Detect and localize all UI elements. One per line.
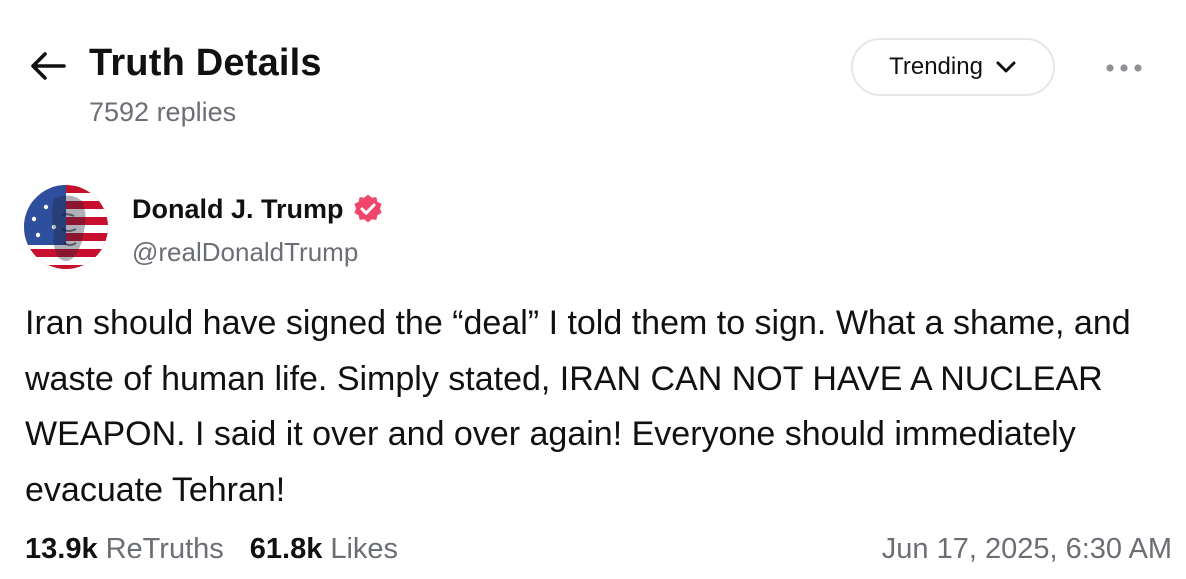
more-horizontal-icon [1106, 64, 1142, 72]
likes-stat[interactable]: 61.8k Likes [250, 533, 398, 566]
post-timestamp: Jun 17, 2025, 6:30 AM [881, 533, 1172, 565]
page-title: Truth Details [89, 42, 322, 84]
arrow-left-icon [31, 52, 66, 80]
sort-selected-label: Trending [889, 53, 983, 80]
author-name-label: Donald J. Trump [132, 193, 344, 224]
verified-badge-icon [353, 194, 382, 223]
sort-dropdown[interactable]: Trending [851, 38, 1055, 96]
author-name[interactable]: Donald J. Trump [132, 193, 384, 225]
back-button[interactable] [26, 44, 70, 88]
reply-count: 7592 replies [89, 97, 237, 127]
retruths-stat[interactable]: 13.9k ReTruths [25, 533, 224, 566]
retruths-count: 13.9k [25, 533, 98, 565]
chevron-down-icon [996, 61, 1016, 73]
post-stats: 13.9k ReTruths 61.8k Likes [25, 533, 398, 566]
retruths-label: ReTruths [105, 533, 224, 565]
avatar[interactable] [24, 185, 108, 269]
author-handle[interactable]: @realDonaldTrump [132, 237, 358, 268]
more-options-button[interactable] [1100, 56, 1148, 80]
likes-label: Likes [330, 533, 399, 565]
post-body: Iran should have signed the “deal” I tol… [25, 304, 1131, 509]
likes-count: 61.8k [249, 533, 323, 565]
